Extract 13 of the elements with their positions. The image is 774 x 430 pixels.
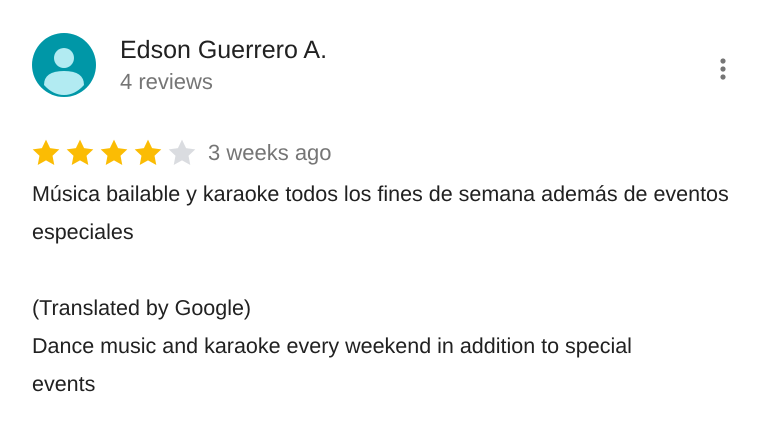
translated-text: Dance music and karaoke every weekend in addition to special events <box>32 333 632 398</box>
review-count: 4 reviews <box>120 68 214 96</box>
filled-star-icon <box>100 139 128 166</box>
more-options-icon[interactable] <box>720 58 726 80</box>
translation-label: (Translated by Google) <box>32 295 252 322</box>
avatar-icon <box>32 33 96 97</box>
filled-star-icon <box>32 139 60 166</box>
review-time: 3 weeks ago <box>208 139 332 167</box>
empty-star-icon <box>168 139 196 166</box>
reviewer-name[interactable]: Edson Guerrero A. <box>120 33 328 67</box>
review-text: Música bailable y karaoke todos los fines de semana además de eventos especiales <box>32 181 730 246</box>
filled-star-icon <box>66 139 94 166</box>
filled-star-icon <box>134 139 162 166</box>
